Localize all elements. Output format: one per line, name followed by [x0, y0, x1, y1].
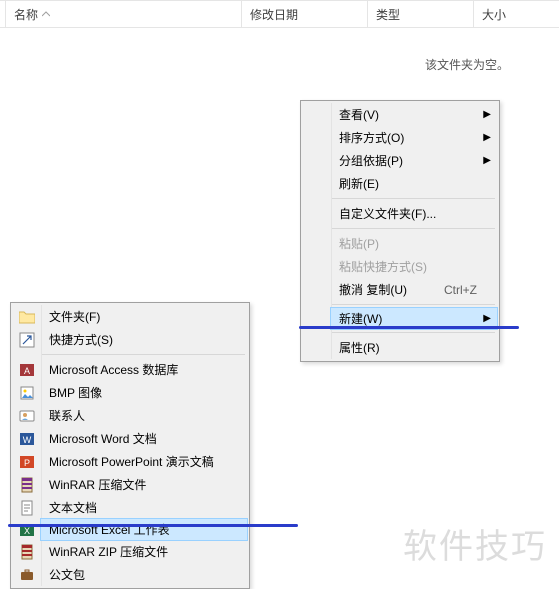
column-header-name[interactable]: 名称: [6, 1, 242, 27]
column-header-modified[interactable]: 修改日期: [242, 1, 368, 27]
powerpoint-icon: P: [17, 454, 37, 470]
menu-label: 撤消 复制(U): [339, 281, 407, 298]
column-label: 修改日期: [250, 6, 298, 23]
submenu-item-contact[interactable]: 联系人: [41, 404, 247, 427]
shortcut-icon: [17, 332, 37, 348]
menu-label: 属性(R): [339, 339, 380, 356]
menu-label: 联系人: [49, 407, 85, 424]
menu-label: Microsoft Excel 工作表: [49, 521, 170, 538]
submenu-item-zip[interactable]: WinRAR ZIP 压缩文件: [41, 540, 247, 563]
bmp-icon: [17, 385, 37, 401]
menu-separator: [331, 304, 495, 305]
submenu-item-bmp[interactable]: BMP 图像: [41, 381, 247, 404]
column-label: 名称: [14, 6, 38, 23]
menu-item-group[interactable]: 分组依据(P) ▶: [331, 149, 497, 172]
svg-text:A: A: [24, 366, 30, 376]
submenu-item-ppt[interactable]: P Microsoft PowerPoint 演示文稿: [41, 450, 247, 473]
menu-label: 公文包: [49, 566, 85, 583]
rar-icon: [17, 477, 37, 493]
menu-item-paste: 粘贴(P): [331, 232, 497, 255]
context-menu: 查看(V) ▶ 排序方式(O) ▶ 分组依据(P) ▶ 刷新(E) 自定义文件夹…: [300, 100, 500, 362]
column-header-type[interactable]: 类型: [368, 1, 474, 27]
zip-icon: [17, 544, 37, 560]
word-icon: W: [17, 431, 37, 447]
menu-label: 文件夹(F): [49, 308, 100, 325]
menu-item-refresh[interactable]: 刷新(E): [331, 172, 497, 195]
empty-folder-message: 该文件夹为空。: [0, 56, 559, 73]
submenu-item-txt[interactable]: 文本文档: [41, 496, 247, 519]
menu-item-new[interactable]: 新建(W) ▶: [330, 307, 498, 330]
menu-separator: [331, 198, 495, 199]
column-label: 类型: [376, 6, 400, 23]
menu-label: 刷新(E): [339, 175, 379, 192]
submenu-item-access[interactable]: A Microsoft Access 数据库: [41, 358, 247, 381]
menu-item-properties[interactable]: 属性(R): [331, 336, 497, 359]
svg-text:P: P: [24, 458, 30, 468]
submenu-item-rar[interactable]: WinRAR 压缩文件: [41, 473, 247, 496]
menu-item-view[interactable]: 查看(V) ▶: [331, 103, 497, 126]
briefcase-icon: [17, 567, 37, 583]
menu-item-sort[interactable]: 排序方式(O) ▶: [331, 126, 497, 149]
menu-label: 排序方式(O): [339, 129, 404, 146]
menu-label: Microsoft PowerPoint 演示文稿: [49, 453, 214, 470]
menu-item-customize[interactable]: 自定义文件夹(F)...: [331, 202, 497, 225]
excel-icon: X: [17, 522, 37, 538]
menu-label: 查看(V): [339, 106, 379, 123]
submenu-arrow-icon: ▶: [483, 314, 491, 324]
submenu-arrow-icon: ▶: [483, 110, 491, 120]
menu-label: WinRAR 压缩文件: [49, 476, 146, 493]
menu-item-undo[interactable]: 撤消 复制(U) Ctrl+Z: [331, 278, 497, 301]
menu-label: 自定义文件夹(F)...: [339, 205, 436, 222]
menu-label: Microsoft Access 数据库: [49, 361, 178, 378]
column-header-row: 名称 修改日期 类型 大小: [0, 0, 559, 28]
svg-text:X: X: [24, 526, 30, 536]
submenu-item-folder[interactable]: 文件夹(F): [41, 305, 247, 328]
menu-separator: [41, 354, 245, 355]
submenu-item-shortcut[interactable]: 快捷方式(S): [41, 328, 247, 351]
submenu-arrow-icon: ▶: [483, 156, 491, 166]
watermark: 软件技巧: [403, 519, 547, 568]
new-submenu: 文件夹(F) 快捷方式(S) A Microsoft Access 数据库 BM…: [10, 302, 250, 589]
menu-separator: [331, 228, 495, 229]
column-label: 大小: [482, 6, 506, 23]
svg-text:W: W: [23, 435, 32, 445]
menu-separator: [331, 332, 495, 333]
menu-label: BMP 图像: [49, 384, 102, 401]
menu-label: 分组依据(P): [339, 152, 403, 169]
submenu-item-excel[interactable]: X Microsoft Excel 工作表: [40, 518, 248, 541]
menu-item-paste-shortcut: 粘贴快捷方式(S): [331, 255, 497, 278]
menu-label: 新建(W): [339, 310, 382, 327]
column-header-size[interactable]: 大小: [474, 1, 559, 27]
menu-label: WinRAR ZIP 压缩文件: [49, 543, 168, 560]
menu-label: 粘贴(P): [339, 235, 379, 252]
menu-label: 快捷方式(S): [49, 331, 113, 348]
text-icon: [17, 500, 37, 516]
contact-icon: [17, 408, 37, 424]
menu-shortcut: Ctrl+Z: [414, 283, 477, 297]
sort-asc-icon: [42, 10, 50, 18]
folder-icon: [17, 310, 37, 324]
menu-label: Microsoft Word 文档: [49, 430, 157, 447]
submenu-arrow-icon: ▶: [483, 133, 491, 143]
menu-label: 粘贴快捷方式(S): [339, 258, 427, 275]
submenu-item-briefcase[interactable]: 公文包: [41, 563, 247, 586]
menu-label: 文本文档: [49, 499, 97, 516]
access-icon: A: [17, 362, 37, 378]
submenu-item-word[interactable]: W Microsoft Word 文档: [41, 427, 247, 450]
